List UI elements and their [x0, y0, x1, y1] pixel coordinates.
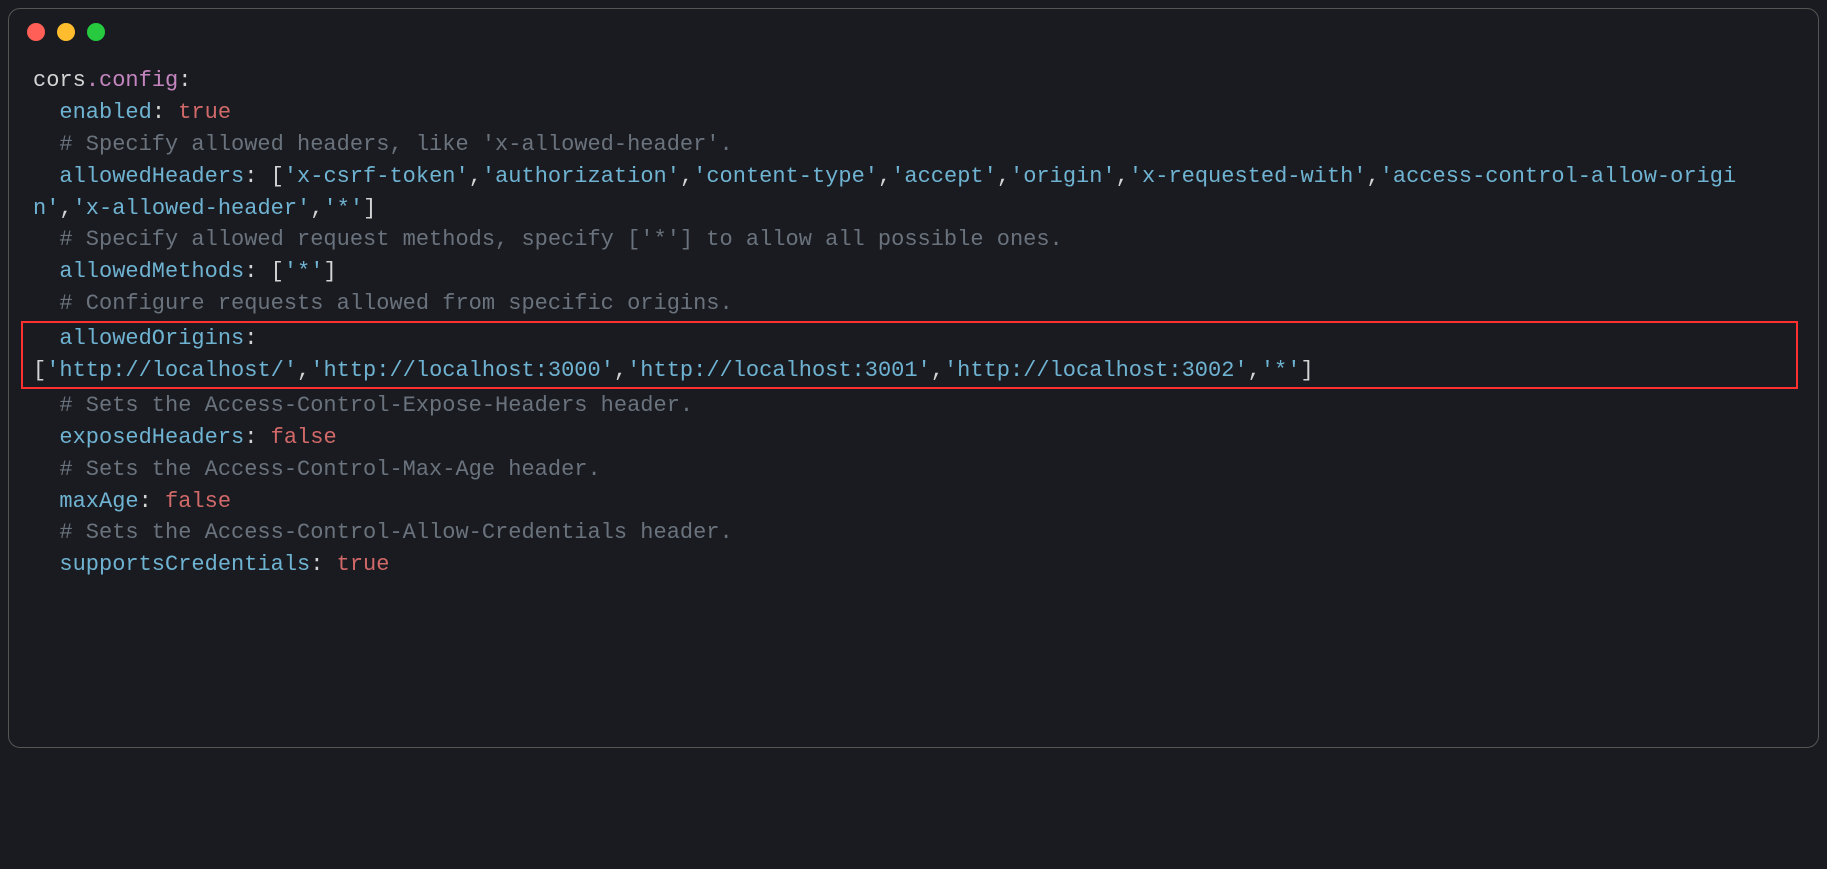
string-literal: 'http://localhost:3000': [310, 358, 614, 383]
yaml-key-exposed-headers: exposedHeaders: [59, 425, 244, 450]
code-token: :: [178, 68, 191, 93]
code-token: :: [152, 100, 178, 125]
string-literal: '*': [284, 259, 324, 284]
code-token: ]: [323, 259, 336, 284]
allowed-headers-list: 'x-csrf-token','authorization','content-…: [33, 164, 1736, 221]
yaml-key-max-age: maxAge: [59, 489, 138, 514]
code-comment: # Sets the Access-Control-Expose-Headers…: [59, 393, 693, 418]
code-token: .config: [86, 68, 178, 93]
code-token: [: [33, 358, 46, 383]
code-token: ]: [1300, 358, 1313, 383]
string-literal: 'http://localhost:3002': [944, 358, 1248, 383]
comma: ,: [59, 196, 72, 221]
yaml-key-allowed-headers: allowedHeaders: [59, 164, 244, 189]
code-comment: # Sets the Access-Control-Max-Age header…: [59, 457, 600, 482]
code-token: :: [244, 164, 270, 189]
code-comment: # Sets the Access-Control-Allow-Credenti…: [59, 520, 732, 545]
string-literal: '*': [323, 196, 363, 221]
yaml-key-allowed-origins: allowedOrigins: [59, 326, 244, 351]
comma: ,: [878, 164, 891, 189]
code-token: cors: [33, 68, 86, 93]
string-literal: 'x-csrf-token': [284, 164, 469, 189]
code-token: :: [244, 326, 257, 351]
code-window: cors.config: enabled: true # Specify all…: [8, 8, 1819, 748]
string-literal: 'x-requested-with': [1129, 164, 1367, 189]
code-token: [: [271, 259, 284, 284]
code-token: :: [310, 552, 336, 577]
allowed-methods-list: '*': [284, 259, 324, 284]
yaml-key-supports-credentials: supportsCredentials: [59, 552, 310, 577]
code-comment: # Configure requests allowed from specif…: [59, 291, 732, 316]
string-literal: 'accept': [891, 164, 997, 189]
code-token: ]: [363, 196, 376, 221]
yaml-value: false: [271, 425, 337, 450]
minimize-icon[interactable]: [57, 23, 75, 41]
comma: ,: [931, 358, 944, 383]
comma: ,: [310, 196, 323, 221]
window-titlebar: [9, 9, 1818, 47]
comma: ,: [680, 164, 693, 189]
yaml-value: false: [165, 489, 231, 514]
yaml-key-enabled: enabled: [59, 100, 151, 125]
code-token: :: [139, 489, 165, 514]
comma: ,: [614, 358, 627, 383]
string-literal: 'content-type': [693, 164, 878, 189]
yaml-value: true: [337, 552, 390, 577]
code-token: [: [271, 164, 284, 189]
comma: ,: [997, 164, 1010, 189]
string-literal: '*': [1261, 358, 1301, 383]
code-token: :: [244, 259, 270, 284]
string-literal: 'origin': [1010, 164, 1116, 189]
yaml-key-allowed-methods: allowedMethods: [59, 259, 244, 284]
highlighted-region: allowedOrigins: ['http://localhost/','ht…: [21, 321, 1798, 389]
comma: ,: [1116, 164, 1129, 189]
maximize-icon[interactable]: [87, 23, 105, 41]
close-icon[interactable]: [27, 23, 45, 41]
code-comment: # Specify allowed request methods, speci…: [59, 227, 1062, 252]
code-comment: # Specify allowed headers, like 'x-allow…: [59, 132, 732, 157]
string-literal: 'x-allowed-header': [73, 196, 311, 221]
code-editor[interactable]: cors.config: enabled: true # Specify all…: [9, 47, 1818, 621]
comma: ,: [1248, 358, 1261, 383]
string-literal: 'http://localhost/': [46, 358, 297, 383]
allowed-origins-list: 'http://localhost/','http://localhost:30…: [46, 358, 1300, 383]
yaml-value: true: [178, 100, 231, 125]
code-token: :: [244, 425, 270, 450]
comma: ,: [1366, 164, 1379, 189]
string-literal: 'authorization': [482, 164, 680, 189]
string-literal: 'http://localhost:3001': [627, 358, 931, 383]
comma: ,: [469, 164, 482, 189]
comma: ,: [297, 358, 310, 383]
